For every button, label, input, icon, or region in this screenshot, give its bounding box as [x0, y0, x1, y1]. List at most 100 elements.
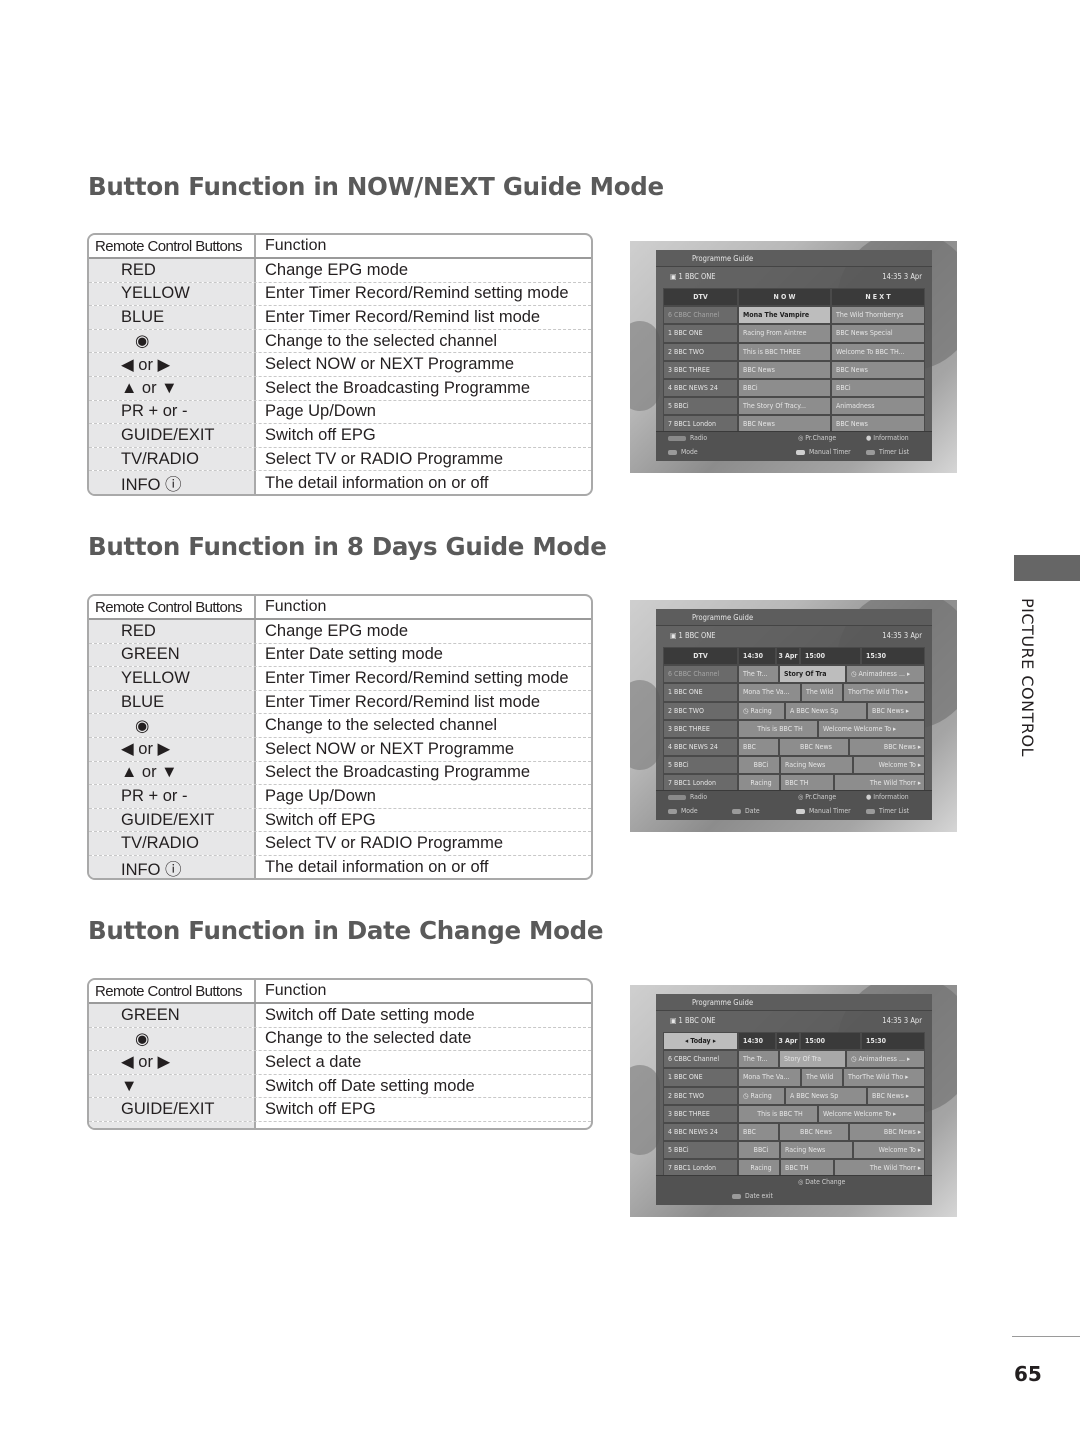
info-button-icon: INFO ⓘ	[89, 471, 256, 494]
guide-programme[interactable]: Welcome Welcome To ▸	[818, 719, 925, 738]
guide-programme[interactable]: Welcome To ▸	[853, 756, 925, 775]
guide-row[interactable]: 6 CBBC Channel Mona The Vampire The Wild T…	[663, 306, 925, 325]
guide-programme[interactable]: BBC News ▸	[867, 1086, 925, 1105]
guide-programme[interactable]: The Story Of Tracy...	[738, 397, 831, 416]
guide-row[interactable]: 2 BBC TWO This is BBC THREE Welcome To BBC…	[663, 342, 925, 361]
guide-title: Programme Guide	[656, 250, 932, 267]
guide-programme[interactable]: ThorThe Wild Tho ▸	[843, 683, 925, 702]
clock: 14:35 3 Apr	[882, 630, 922, 640]
guide-row[interactable]: 5 BBCi BBCi Racing News Welcome To ▸	[663, 756, 925, 775]
guide-programme[interactable]: BBC News	[738, 360, 831, 379]
button-function: Switch off EPG	[265, 1100, 376, 1119]
guide-programme[interactable]: BBC News	[779, 737, 849, 757]
guide-row[interactable]: 4 BBC NEWS 24 BBC BBC News BBC News ▸	[663, 737, 925, 757]
guide-footer: ◎ Date Change Date exit	[656, 1175, 932, 1205]
table-row: INFO ⓘ The detail information on or off	[89, 471, 591, 494]
guide-programme[interactable]: Welcome To ▸	[853, 1141, 925, 1160]
guide-programme-selected[interactable]: Story Of Tra	[779, 665, 846, 684]
guide-programme[interactable]: This is BBC TH	[738, 1104, 818, 1123]
guide-programme[interactable]: This is BBC TH	[738, 719, 818, 738]
guide-programme[interactable]: Racing News	[780, 756, 853, 775]
guide-programme[interactable]: BBC News ▸	[867, 701, 925, 720]
guide-programme[interactable]: BBCi	[738, 756, 780, 775]
guide-row[interactable]: 3 BBC THREE This is BBC TH Welcome Welcome…	[663, 1104, 925, 1123]
guide-row[interactable]: 3 BBC THREE This is BBC TH Welcome Welcome…	[663, 719, 925, 738]
guide-programme[interactable]: Racing News	[780, 1141, 853, 1160]
guide-programme[interactable]: The Tr...	[738, 665, 779, 684]
grid-header-now: N O W	[738, 288, 831, 307]
guide-programme[interactable]: BBC News	[831, 360, 925, 379]
up-down-arrow-icon: ▲ or ▼	[89, 761, 256, 785]
guide-programme[interactable]: ◷ Animadness ... ▸	[846, 665, 925, 684]
guide-programme[interactable]: BBCi	[738, 1141, 780, 1160]
table-row: RED Change EPG mode	[89, 259, 591, 283]
table-row: RED Change EPG mode	[89, 620, 591, 644]
grid-header-date: 3 Apr	[776, 647, 800, 666]
chapter-label: PICTURE CONTROL	[1018, 598, 1037, 757]
date-selector-today[interactable]: ◂ Today ▸	[663, 1032, 738, 1051]
guide-channel: 2 BBC TWO	[663, 1086, 738, 1105]
guide-programme[interactable]: BBCi	[738, 378, 831, 398]
button-name: GUIDE/EXIT	[89, 808, 256, 832]
guide-programme[interactable]: ◷ Racing	[738, 1086, 785, 1105]
guide-programme[interactable]: Story Of Tra	[779, 1050, 846, 1069]
button-name: TV/RADIO	[89, 447, 256, 471]
guide-row[interactable]: 5 BBCi BBCi Racing News Welcome To ▸	[663, 1141, 925, 1160]
guide-programme[interactable]: Racing From Aintree	[738, 324, 831, 343]
guide-row[interactable]: 1 BBC ONE Racing From Aintree BBC News Spe…	[663, 324, 925, 343]
guide-row[interactable]: 2 BBC TWO ◷ Racing A BBC News Sp BBC News ▸	[663, 701, 925, 720]
ok-button-icon: ◉	[89, 1027, 256, 1051]
table-row: ◀ or ▶ Select NOW or NEXT Programme	[89, 737, 591, 762]
guide-programme[interactable]: A BBC News Sp	[785, 1086, 867, 1105]
guide-programme[interactable]: ThorThe Wild Tho ▸	[843, 1068, 925, 1087]
header-buttons: Remote Control Buttons	[89, 596, 256, 618]
guide-programme[interactable]: The Wild	[801, 683, 843, 702]
guide-programme[interactable]: BBC News Special	[831, 324, 925, 343]
guide-programme[interactable]: BBC News ▸	[849, 737, 925, 757]
date-change-button-table: Remote Control Buttons Function GREEN Swi…	[87, 978, 593, 1130]
guide-programme[interactable]: The Wild	[801, 1068, 843, 1087]
guide-channel: 4 BBC NEWS 24	[663, 378, 738, 398]
guide-programme[interactable]: BBC	[738, 737, 779, 757]
guide-programme[interactable]: Mona The Va...	[738, 683, 801, 702]
grid-header-next: N E X T	[831, 288, 925, 307]
guide-programme[interactable]: The Wild Thornberrys	[831, 306, 925, 325]
guide-programme[interactable]: BBC News ▸	[849, 1122, 925, 1142]
down-arrow-icon: ▼	[89, 1074, 256, 1098]
button-function: Switch off Date setting mode	[265, 1076, 475, 1095]
guide-programme[interactable]: Animadness	[831, 397, 925, 416]
button-function: Page Up/Down	[265, 786, 376, 805]
guide-title: Programme Guide	[656, 609, 932, 626]
button-function: Select TV or RADIO Programme	[265, 834, 504, 853]
guide-row[interactable]: 4 BBC NEWS 24 BBC BBC News BBC News ▸	[663, 1122, 925, 1142]
guide-row[interactable]: 6 CBBC Channel The Tr... Story Of Tra ◷ Ani…	[663, 665, 925, 684]
guide-programme[interactable]: A BBC News Sp	[785, 701, 867, 720]
guide-row[interactable]: 4 BBC NEWS 24 BBCi BBCi	[663, 378, 925, 398]
button-name: BLUE	[89, 690, 256, 714]
guide-row[interactable]: 2 BBC TWO ◷ Racing A BBC News Sp BBC News ▸	[663, 1086, 925, 1105]
guide-programme-selected[interactable]: Mona The Vampire	[738, 306, 831, 325]
button-function: The detail information on or off	[265, 858, 489, 877]
guide-row[interactable]: 6 CBBC Channel The Tr... Story Of Tra ◷ Ani…	[663, 1050, 925, 1069]
button-name: PR + or -	[89, 400, 256, 424]
guide-row[interactable]: 1 BBC ONE Mona The Va... The Wild ThorThe W…	[663, 683, 925, 702]
footer-timer-list: Timer List	[879, 448, 910, 456]
guide-programme[interactable]: Mona The Va...	[738, 1068, 801, 1087]
yellow-key-icon	[796, 808, 805, 814]
guide-row[interactable]: 3 BBC THREE BBC News BBC News	[663, 360, 925, 379]
guide-programme[interactable]: BBC News	[779, 1122, 849, 1142]
guide-programme[interactable]: Welcome Welcome To ▸	[818, 1104, 925, 1123]
guide-programme[interactable]: The Tr...	[738, 1050, 779, 1069]
guide-programme[interactable]: BBCi	[831, 378, 925, 398]
guide-row[interactable]: 5 BBCi The Story Of Tracy... Animadness	[663, 397, 925, 416]
footer-mode: Mode	[681, 807, 698, 815]
table-row: ◀ or ▶ Select a date	[89, 1051, 591, 1075]
guide-programme[interactable]: ◷ Racing	[738, 701, 785, 720]
guide-programme[interactable]: BBC	[738, 1122, 779, 1142]
guide-programme[interactable]: Welcome To BBC TH...	[831, 342, 925, 361]
guide-programme[interactable]: This is BBC THREE	[738, 342, 831, 361]
footer-information: Information	[873, 793, 909, 801]
guide-programme[interactable]: ◷ Animadness ... ▸	[846, 1050, 925, 1069]
guide-row[interactable]: 1 BBC ONE Mona The Va... The Wild ThorThe W…	[663, 1068, 925, 1087]
footer-pr-change: Pr.Change	[805, 434, 837, 442]
